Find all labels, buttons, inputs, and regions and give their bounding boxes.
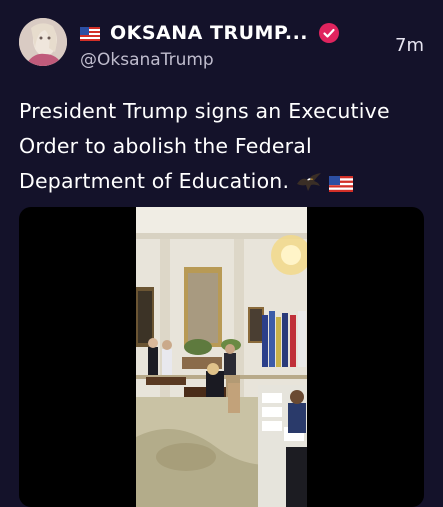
post-timestamp: 7m (395, 35, 424, 56)
author-handle[interactable]: @OksanaTrump (80, 50, 214, 70)
author-name-row[interactable]: OKSANA TRUMP... (80, 20, 340, 46)
post-card[interactable]: OKSANA TRUMP... 7m @OksanaTrump Presiden… (0, 0, 443, 507)
eagle-icon (296, 168, 322, 203)
us-flag-icon (80, 26, 100, 41)
post-text: President Trump signs an Executive Order… (19, 94, 419, 203)
us-flag-icon (328, 168, 353, 203)
post-media[interactable] (19, 207, 424, 507)
signing-ceremony-image (136, 207, 307, 507)
avatar-image (19, 18, 67, 66)
verified-badge-icon (318, 22, 340, 44)
author-display-name[interactable]: OKSANA TRUMP... (110, 22, 308, 44)
post-photo[interactable] (136, 207, 307, 507)
author-avatar[interactable] (19, 18, 67, 66)
